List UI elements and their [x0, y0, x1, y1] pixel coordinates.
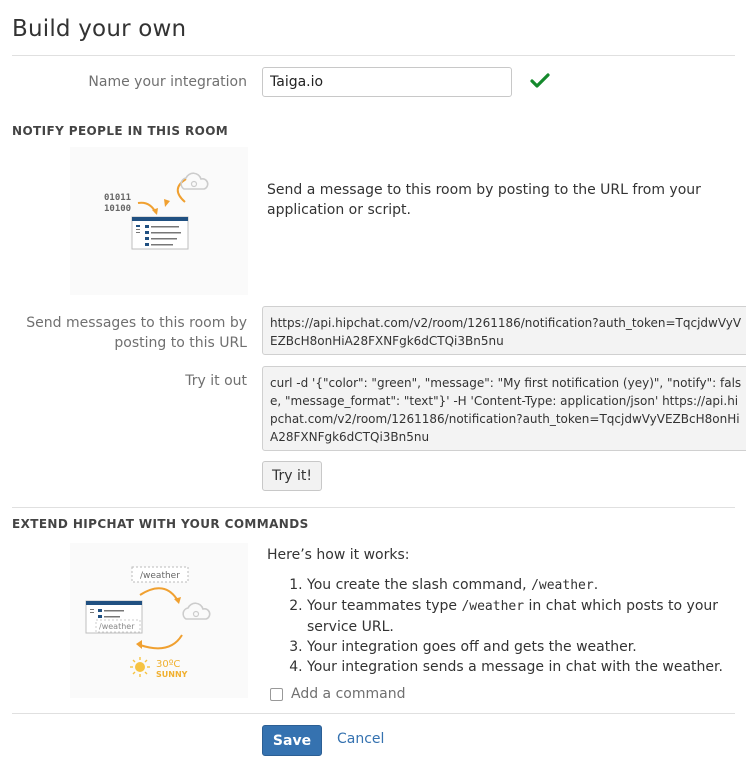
window-icon: /weather [85, 600, 143, 634]
notify-diagram: 01011 10100 [104, 172, 209, 250]
try-label: Try it out [185, 373, 247, 389]
notify-illustration: 01011 10100 [70, 147, 248, 295]
try-it-button[interactable]: Try it! [262, 461, 322, 491]
add-command-toggle[interactable]: Add a command [270, 686, 405, 702]
how-it-works-title: Here’s how it works: [267, 547, 410, 563]
page-title: Build your own [12, 16, 187, 42]
save-button[interactable]: Save [262, 725, 322, 756]
curl-example[interactable]: curl -d '{"color": "green", "message": "… [262, 366, 746, 451]
steps-list: You create the slash command, /weather. … [267, 575, 737, 677]
step-item: You create the slash command, /weather. [307, 575, 737, 596]
window-icon [131, 216, 189, 250]
notify-description: Send a message to this room by posting t… [267, 182, 701, 218]
add-command-label: Add a command [291, 686, 406, 702]
step-item: Your integration sends a message in chat… [307, 657, 737, 677]
cloud-icon [182, 602, 211, 620]
cloud-icon [180, 172, 209, 190]
notify-heading: NOTIFY PEOPLE IN THIS ROOM [12, 124, 229, 138]
step-item: Your integration goes off and gets the w… [307, 637, 737, 657]
title-divider [12, 55, 735, 56]
url-label: Send messages to this room by posting to… [26, 315, 247, 351]
integration-name-input[interactable] [262, 67, 512, 97]
sun-icon [130, 657, 150, 677]
step-item: Your teammates type /weather in chat whi… [307, 596, 737, 637]
commands-diagram: /weather /weather 30ºC SUNNY [85, 566, 211, 679]
binary-text-2: 10100 [104, 204, 131, 214]
section-divider [12, 507, 735, 508]
weather-condition: SUNNY [156, 670, 188, 679]
add-command-checkbox[interactable] [270, 687, 283, 701]
name-label: Name your integration [88, 74, 247, 90]
weather-tag-top: /weather [140, 571, 180, 581]
cancel-link[interactable]: Cancel [337, 731, 384, 747]
check-icon [530, 73, 550, 93]
weather-temp: 30ºC [156, 659, 180, 670]
binary-text-1: 01011 [104, 193, 131, 203]
commands-illustration: /weather /weather 30ºC SUNNY [70, 543, 248, 698]
footer-divider [12, 713, 735, 714]
commands-heading: EXTEND HIPCHAT WITH YOUR COMMANDS [12, 517, 309, 531]
notification-url[interactable]: https://api.hipchat.com/v2/room/1261186/… [262, 306, 746, 355]
weather-tag-window: /weather [99, 622, 135, 631]
